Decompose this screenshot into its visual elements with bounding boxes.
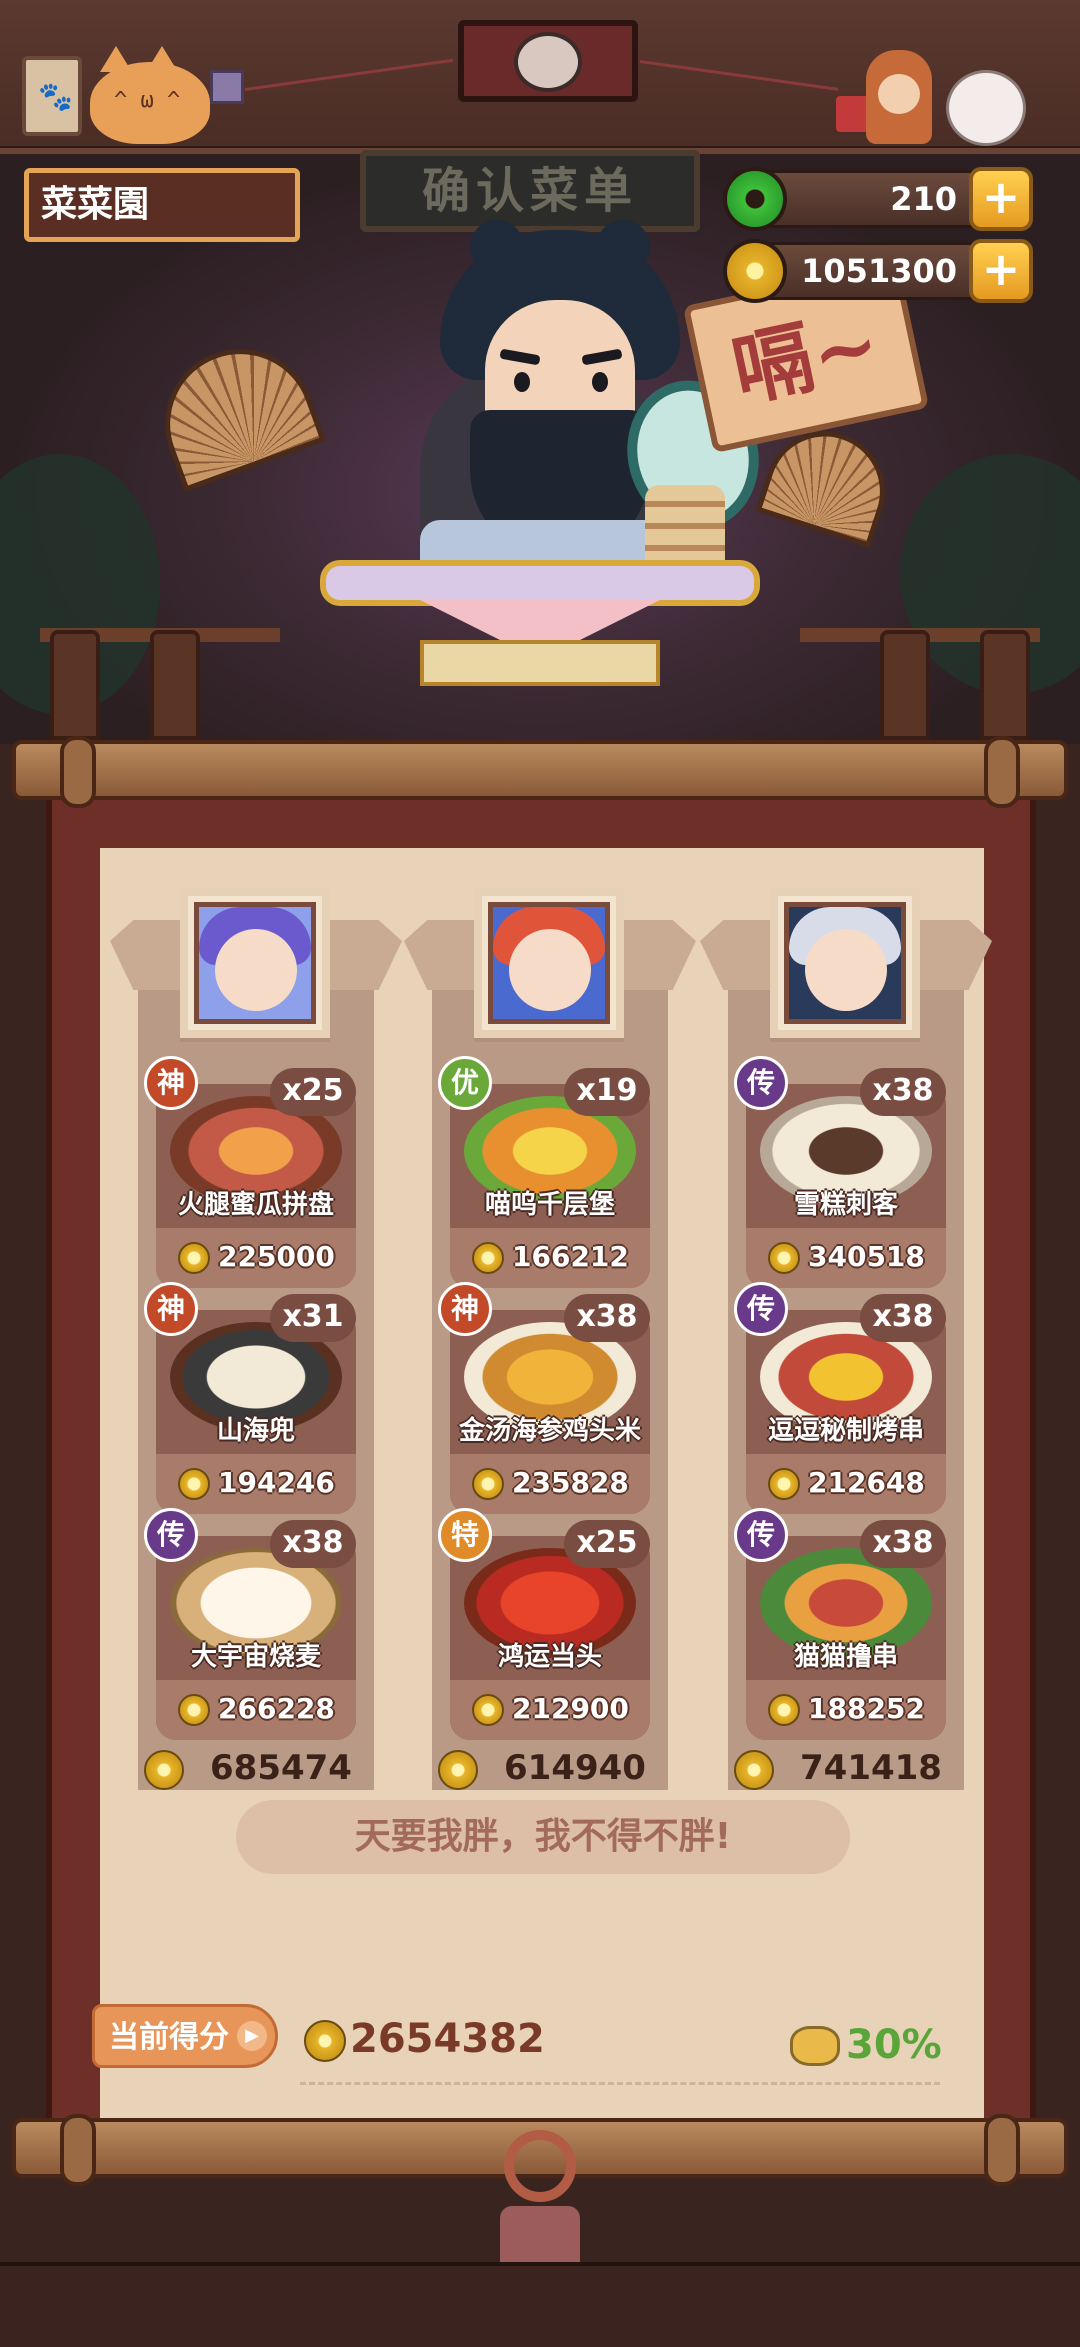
dish-card[interactable]: 优 x19 喵呜千层堡 166212 <box>438 1056 650 1288</box>
current-score-label: 当前得分 ▶ <box>92 2004 278 2068</box>
white-cat-icon <box>946 70 1026 146</box>
column-total-value: 685474 <box>210 1748 352 1788</box>
column-total: 741418 <box>734 1748 972 1790</box>
dish-quantity: x38 <box>860 1068 946 1116</box>
dish-name: 金汤海参鸡头米 <box>458 1416 641 1446</box>
dish-price: 235828 <box>512 1466 629 1499</box>
dish-price: 340518 <box>808 1240 925 1273</box>
coin-icon <box>438 1750 478 1790</box>
coin-icon <box>472 1242 504 1274</box>
dish-quantity: x19 <box>564 1068 650 1116</box>
gold-currency: 1051300 + <box>723 239 1033 303</box>
play-arrow-icon: ▶ <box>237 2021 267 2051</box>
coin-icon <box>144 1750 184 1790</box>
column-total: 614940 <box>438 1748 676 1790</box>
dish-quantity: x25 <box>270 1068 356 1116</box>
dish-quantity: x38 <box>860 1294 946 1342</box>
coin-icon <box>178 1242 210 1274</box>
coin-icon <box>178 1468 210 1500</box>
coin-icon <box>734 1750 774 1790</box>
gold-coin-icon <box>723 239 787 303</box>
dish-quantity: x25 <box>564 1520 650 1568</box>
dish-price: 166212 <box>512 1240 629 1273</box>
dish-price: 188252 <box>808 1692 925 1725</box>
top-banner: ^ ω ^ <box>0 0 1080 150</box>
dish-price: 212900 <box>512 1692 629 1725</box>
coin-icon <box>472 1694 504 1726</box>
dish-quantity: x38 <box>564 1294 650 1342</box>
grade-badge: 传 <box>734 1282 788 1336</box>
grade-badge: 传 <box>734 1056 788 1110</box>
customer-portrait-frame[interactable] <box>458 20 638 102</box>
rope-decoration <box>639 60 839 91</box>
dish-card[interactable]: 传 x38 大宇宙烧麦 266228 <box>144 1508 356 1740</box>
dish-name: 大宇宙烧麦 <box>190 1642 321 1672</box>
tassel-decoration <box>484 2130 596 2276</box>
orange-cat-icon: ^ ω ^ <box>90 46 210 144</box>
dish-price: 194246 <box>218 1466 335 1499</box>
flag-icon <box>210 70 244 104</box>
dish-name: 雪糕刺客 <box>793 1190 898 1220</box>
dish-card[interactable]: 传 x38 猫猫撸串 188252 <box>734 1508 946 1740</box>
dish-name: 鸿运当头 <box>497 1642 602 1672</box>
guest-portrait-purple[interactable] <box>180 888 330 1038</box>
confirm-menu-sign: 确认菜单 <box>360 150 700 232</box>
grade-badge: 优 <box>438 1056 492 1110</box>
dish-price: 266228 <box>218 1692 335 1725</box>
column-total: 685474 <box>144 1748 382 1790</box>
grade-badge: 神 <box>438 1282 492 1336</box>
dish-card[interactable]: 特 x25 鸿运当头 212900 <box>438 1508 650 1740</box>
dish-price: 225000 <box>218 1240 335 1273</box>
bonus-pig-icon <box>790 2026 840 2066</box>
grade-badge: 传 <box>734 1508 788 1562</box>
coin-icon <box>472 1468 504 1500</box>
jade-currency: 210 + <box>723 167 1033 231</box>
current-score-value: 2654382 <box>350 2016 545 2062</box>
bonus-percent: 30% <box>846 2022 942 2068</box>
coin-icon <box>178 1694 210 1726</box>
dish-card[interactable]: 神 x38 金汤海参鸡头米 235828 <box>438 1282 650 1514</box>
grade-badge: 神 <box>144 1282 198 1336</box>
column-total-value: 614940 <box>504 1748 646 1788</box>
column-total-value: 741418 <box>800 1748 942 1788</box>
dish-price: 212648 <box>808 1466 925 1499</box>
gold-value: 1051300 <box>801 252 957 290</box>
dish-card[interactable]: 传 x38 逗逗秘制烤串 212648 <box>734 1282 946 1514</box>
shopkeeper-avatar[interactable] <box>866 50 932 144</box>
customer-quote: 天要我胖，我不得不胖! <box>236 1800 850 1874</box>
dish-name: 山海兜 <box>216 1416 295 1446</box>
table <box>320 560 760 606</box>
scroll-rod-top <box>12 736 1068 808</box>
dish-card[interactable]: 传 x38 雪糕刺客 340518 <box>734 1056 946 1288</box>
dish-quantity: x31 <box>270 1294 356 1342</box>
jade-value: 210 <box>890 180 957 218</box>
dish-name: 逗逗秘制烤串 <box>767 1416 924 1446</box>
coin-icon <box>768 1694 800 1726</box>
grade-badge: 神 <box>144 1056 198 1110</box>
dish-name: 火腿蜜瓜拼盘 <box>177 1190 334 1220</box>
paw-board-icon[interactable] <box>22 56 82 136</box>
dish-card[interactable]: 神 x31 山海兜 194246 <box>144 1282 356 1514</box>
grade-badge: 传 <box>144 1508 198 1562</box>
dish-quantity: x38 <box>860 1520 946 1568</box>
grade-badge: 特 <box>438 1508 492 1562</box>
coin-icon <box>768 1468 800 1500</box>
restaurant-name: 菜菜園 <box>24 168 300 242</box>
coin-icon <box>304 2020 346 2062</box>
guest-portrait-white[interactable] <box>770 888 920 1038</box>
jade-icon <box>723 167 787 231</box>
dish-quantity: x38 <box>270 1520 356 1568</box>
dish-card[interactable]: 神 x25 火腿蜜瓜拼盘 225000 <box>144 1056 356 1288</box>
guest-portrait-red[interactable] <box>474 888 624 1038</box>
coin-icon <box>768 1242 800 1274</box>
footer-bar <box>0 2262 1080 2347</box>
dish-name: 喵呜千层堡 <box>484 1190 615 1220</box>
add-gold-button[interactable]: + <box>969 239 1033 303</box>
rope-decoration <box>244 58 454 91</box>
add-jade-button[interactable]: + <box>969 167 1033 231</box>
dish-name: 猫猫撸串 <box>793 1642 898 1672</box>
